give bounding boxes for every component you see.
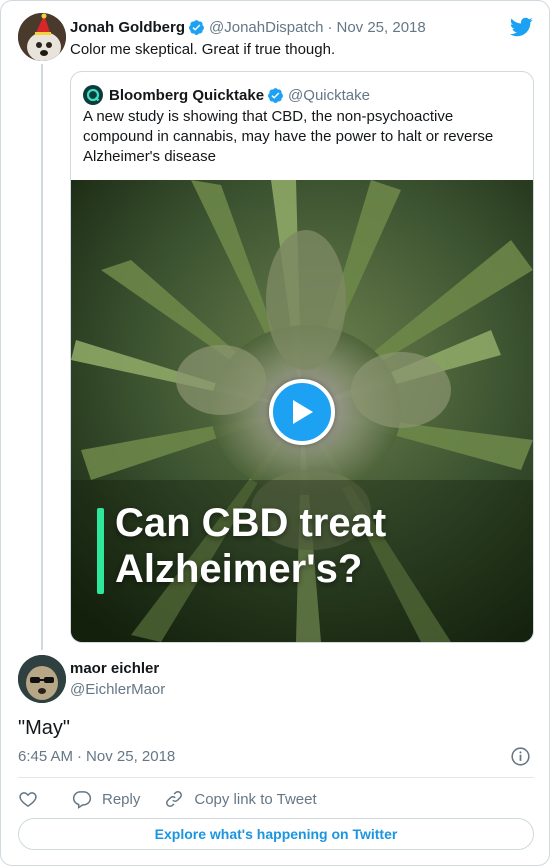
parent-handle[interactable]: @JonahDispatch — [209, 19, 323, 36]
video-overlay-title: Can CBD treat Alzheimer's? — [115, 500, 386, 592]
heart-icon — [19, 792, 37, 807]
overlay-accent-bar — [97, 508, 104, 594]
reply-avatar[interactable] — [18, 655, 66, 703]
parent-tweet-text: Color me skeptical. Great if true though… — [70, 41, 336, 58]
quoted-tweet-header: Bloomberg Quicktake @Quicktake — [83, 85, 370, 105]
avatar-dog-sunglasses-icon — [18, 655, 66, 703]
reply-time: 6:45 AM — [18, 748, 74, 765]
explore-twitter-button[interactable]: Explore what's happening on Twitter — [18, 818, 534, 850]
copy-link-button[interactable]: Copy link to Tweet — [164, 789, 317, 809]
quoted-tweet[interactable]: Bloomberg Quicktake @Quicktake A new stu… — [70, 71, 534, 643]
divider — [18, 777, 534, 778]
video-thumbnail[interactable]: Can CBD treat Alzheimer's? — [71, 180, 533, 642]
header-separator: · — [327, 18, 333, 36]
embedded-tweet-card: Jonah Goldberg @JonahDispatch · Nov 25, … — [0, 0, 550, 866]
parent-avatar[interactable] — [18, 13, 66, 61]
parent-display-name[interactable]: Jonah Goldberg — [70, 19, 185, 36]
quoted-tweet-text: A new study is showing that CBD, the non… — [83, 108, 494, 165]
overlay-line-2: Alzheimer's? — [115, 547, 363, 591]
parent-tweet-header: Jonah Goldberg @JonahDispatch · Nov 25, … — [70, 17, 426, 37]
reply-button[interactable]: Reply — [72, 789, 140, 809]
reply-bubble-icon — [72, 791, 92, 809]
play-icon — [293, 400, 313, 424]
meta-separator: · — [77, 748, 83, 765]
reply-label: Reply — [102, 790, 141, 808]
reply-display-name[interactable]: maor eichler — [70, 660, 159, 677]
reply-handle[interactable]: @EichlerMaor — [70, 681, 165, 698]
verified-badge-icon — [189, 19, 204, 35]
parent-date-link[interactable]: Nov 25, 2018 — [336, 19, 425, 36]
copy-link-label: Copy link to Tweet — [194, 790, 317, 808]
avatar-party-hat-dog-icon — [18, 13, 66, 61]
twitter-bird-icon[interactable] — [509, 15, 533, 39]
play-button[interactable] — [269, 379, 335, 445]
like-button[interactable] — [18, 789, 38, 809]
info-icon[interactable] — [510, 746, 531, 767]
quoted-handle: @Quicktake — [288, 86, 370, 104]
quicktake-logo-icon — [86, 88, 100, 102]
link-icon — [166, 791, 183, 807]
verified-badge-icon — [268, 87, 283, 103]
overlay-line-1: Can CBD treat — [115, 501, 387, 545]
quoted-avatar — [83, 85, 103, 105]
quoted-display-name: Bloomberg Quicktake — [109, 86, 265, 104]
reply-timestamp[interactable]: 6:45 AM · Nov 25, 2018 — [18, 748, 175, 765]
reply-tweet-text: "May" — [18, 717, 70, 739]
tweet-actions: Reply Copy link to Tweet — [18, 787, 317, 811]
thread-connector-line — [41, 64, 43, 650]
reply-date: Nov 25, 2018 — [86, 748, 176, 765]
